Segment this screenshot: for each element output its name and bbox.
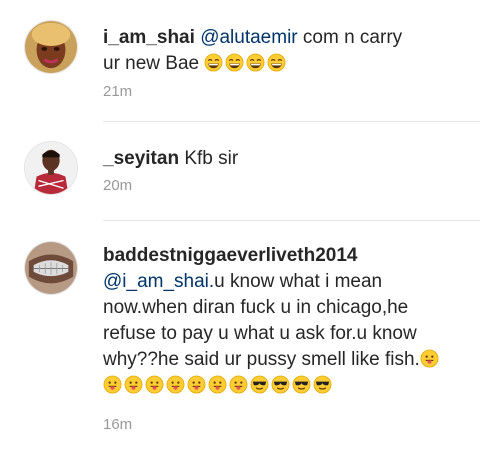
comment-body: _seyitan Kfb sir	[103, 146, 448, 172]
tongue-out-emoji	[145, 375, 164, 394]
laughing-emoji	[246, 53, 265, 72]
comment-body: baddestniggaeverliveth2014 @i_am_shai.u …	[103, 243, 448, 399]
comment-username[interactable]: _seyitan	[103, 148, 179, 169]
avatar[interactable]	[24, 141, 78, 195]
tongue-out-emoji	[420, 349, 439, 368]
comment-username[interactable]: i_am_shai	[103, 27, 195, 48]
tongue-out-emoji	[187, 375, 206, 394]
avatar[interactable]	[24, 241, 78, 295]
laughing-emoji	[204, 53, 223, 72]
sunglasses-emoji	[250, 375, 269, 394]
emoji-group	[204, 53, 288, 74]
comment-body: i_am_shai @alutaemir com n carry ur new …	[103, 25, 448, 77]
comment-timestamp: 20m	[103, 177, 133, 194]
sunglasses-emoji	[313, 375, 332, 394]
mention-link[interactable]: @i_am_shai.	[103, 271, 214, 292]
tongue-out-emoji	[124, 375, 143, 394]
mention-link[interactable]: @alutaemir	[200, 27, 297, 48]
laughing-emoji	[267, 53, 286, 72]
sunglasses-emoji	[292, 375, 311, 394]
tongue-out-emoji	[208, 375, 227, 394]
avatar[interactable]	[24, 20, 78, 74]
comment-text-line2: ur new Bae	[103, 53, 200, 74]
comment-item: _seyitan Kfb sir 20m	[0, 121, 480, 231]
tongue-out-emoji	[166, 375, 185, 394]
comment-username[interactable]: baddestniggaeverliveth2014	[103, 245, 358, 266]
comment-text: Kfb sir	[179, 148, 239, 169]
tongue-out-emoji	[229, 375, 248, 394]
comment-timestamp: 16m	[103, 416, 133, 433]
comment-item: baddestniggaeverliveth2014 @i_am_shai.u …	[0, 221, 480, 454]
comment-text: com n carry	[297, 27, 403, 48]
laughing-emoji	[225, 53, 244, 72]
tongue-out-emoji	[103, 375, 122, 394]
comment-item: i_am_shai @alutaemir com n carry ur new …	[0, 0, 480, 120]
sunglasses-emoji	[271, 375, 290, 394]
comment-timestamp: 21m	[103, 83, 133, 100]
